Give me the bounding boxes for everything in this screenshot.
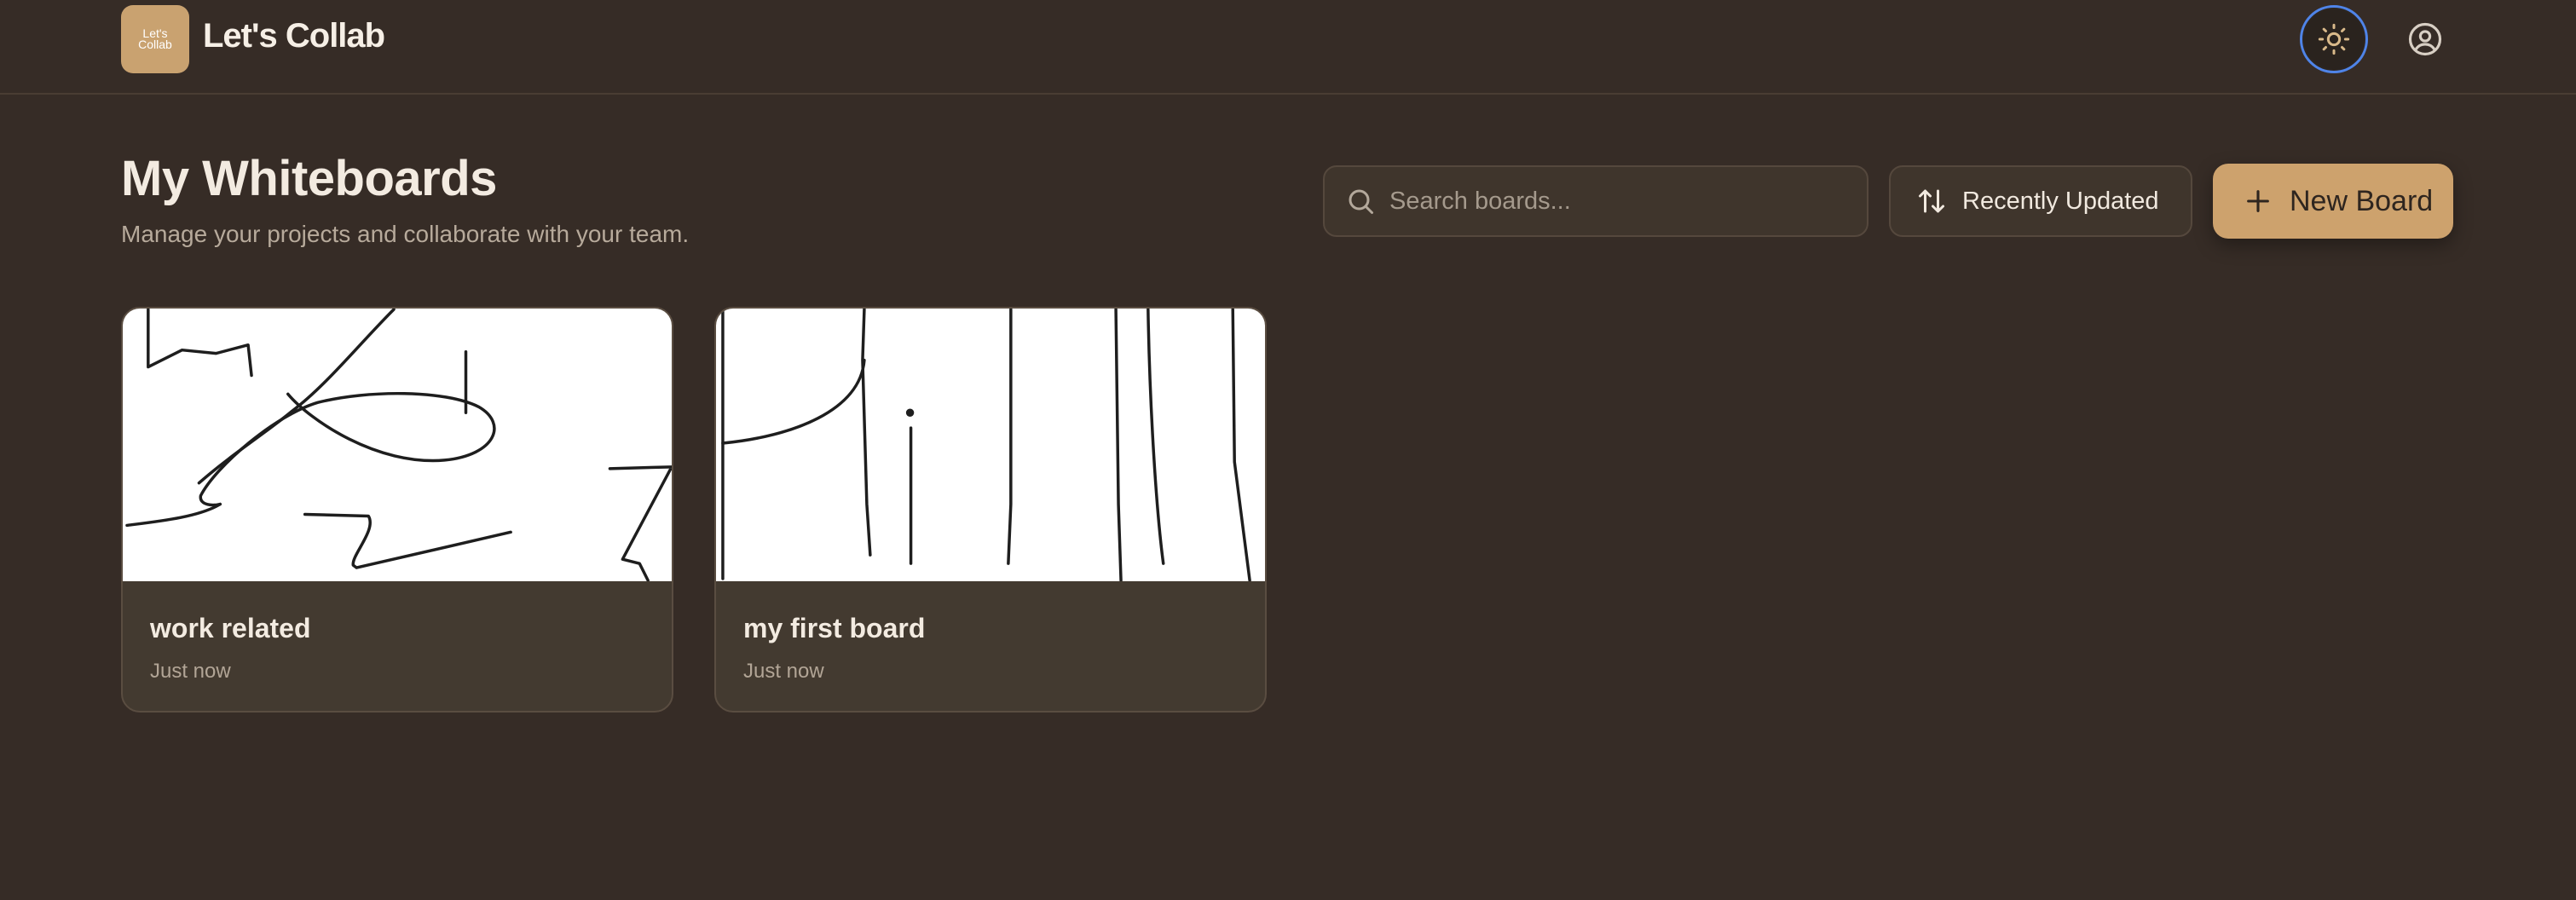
board-updated-time: Just now — [150, 660, 231, 683]
new-board-button[interactable]: New Board — [2213, 164, 2453, 239]
board-card-my-first-board[interactable]: my first board Just now — [714, 307, 1267, 712]
board-updated-time: Just now — [743, 660, 824, 683]
logo-text-line2: Collab — [138, 38, 172, 51]
user-profile-button[interactable] — [2404, 17, 2446, 61]
sun-icon — [2318, 23, 2350, 55]
sort-button-label: Recently Updated — [1962, 187, 2159, 215]
theme-toggle-inner — [2304, 9, 2364, 69]
theme-toggle-button[interactable] — [2300, 5, 2368, 73]
user-circle-icon — [2408, 22, 2442, 56]
app-title[interactable]: Let's Collab — [203, 17, 385, 55]
board-thumbnail — [716, 309, 1265, 581]
board-card-work-related[interactable]: work related Just now — [121, 307, 673, 712]
search-input[interactable] — [1389, 187, 1850, 216]
search-icon — [1349, 189, 1373, 214]
page-title: My Whiteboards — [121, 151, 497, 206]
plus-icon — [2247, 190, 2269, 212]
top-navigation-bar: Let's Collab Let's Collab — [0, 0, 2576, 95]
board-thumbnail — [123, 309, 672, 581]
board-name: work related — [150, 613, 311, 643]
page-subtitle: Manage your projects and collaborate wit… — [121, 221, 690, 247]
sort-arrows-icon — [1919, 189, 1944, 213]
app-logo[interactable]: Let's Collab — [121, 5, 189, 73]
board-name: my first board — [743, 613, 926, 643]
sort-button[interactable]: Recently Updated — [1889, 165, 2192, 237]
search-box[interactable] — [1323, 165, 1868, 237]
new-board-label: New Board — [2290, 184, 2434, 217]
